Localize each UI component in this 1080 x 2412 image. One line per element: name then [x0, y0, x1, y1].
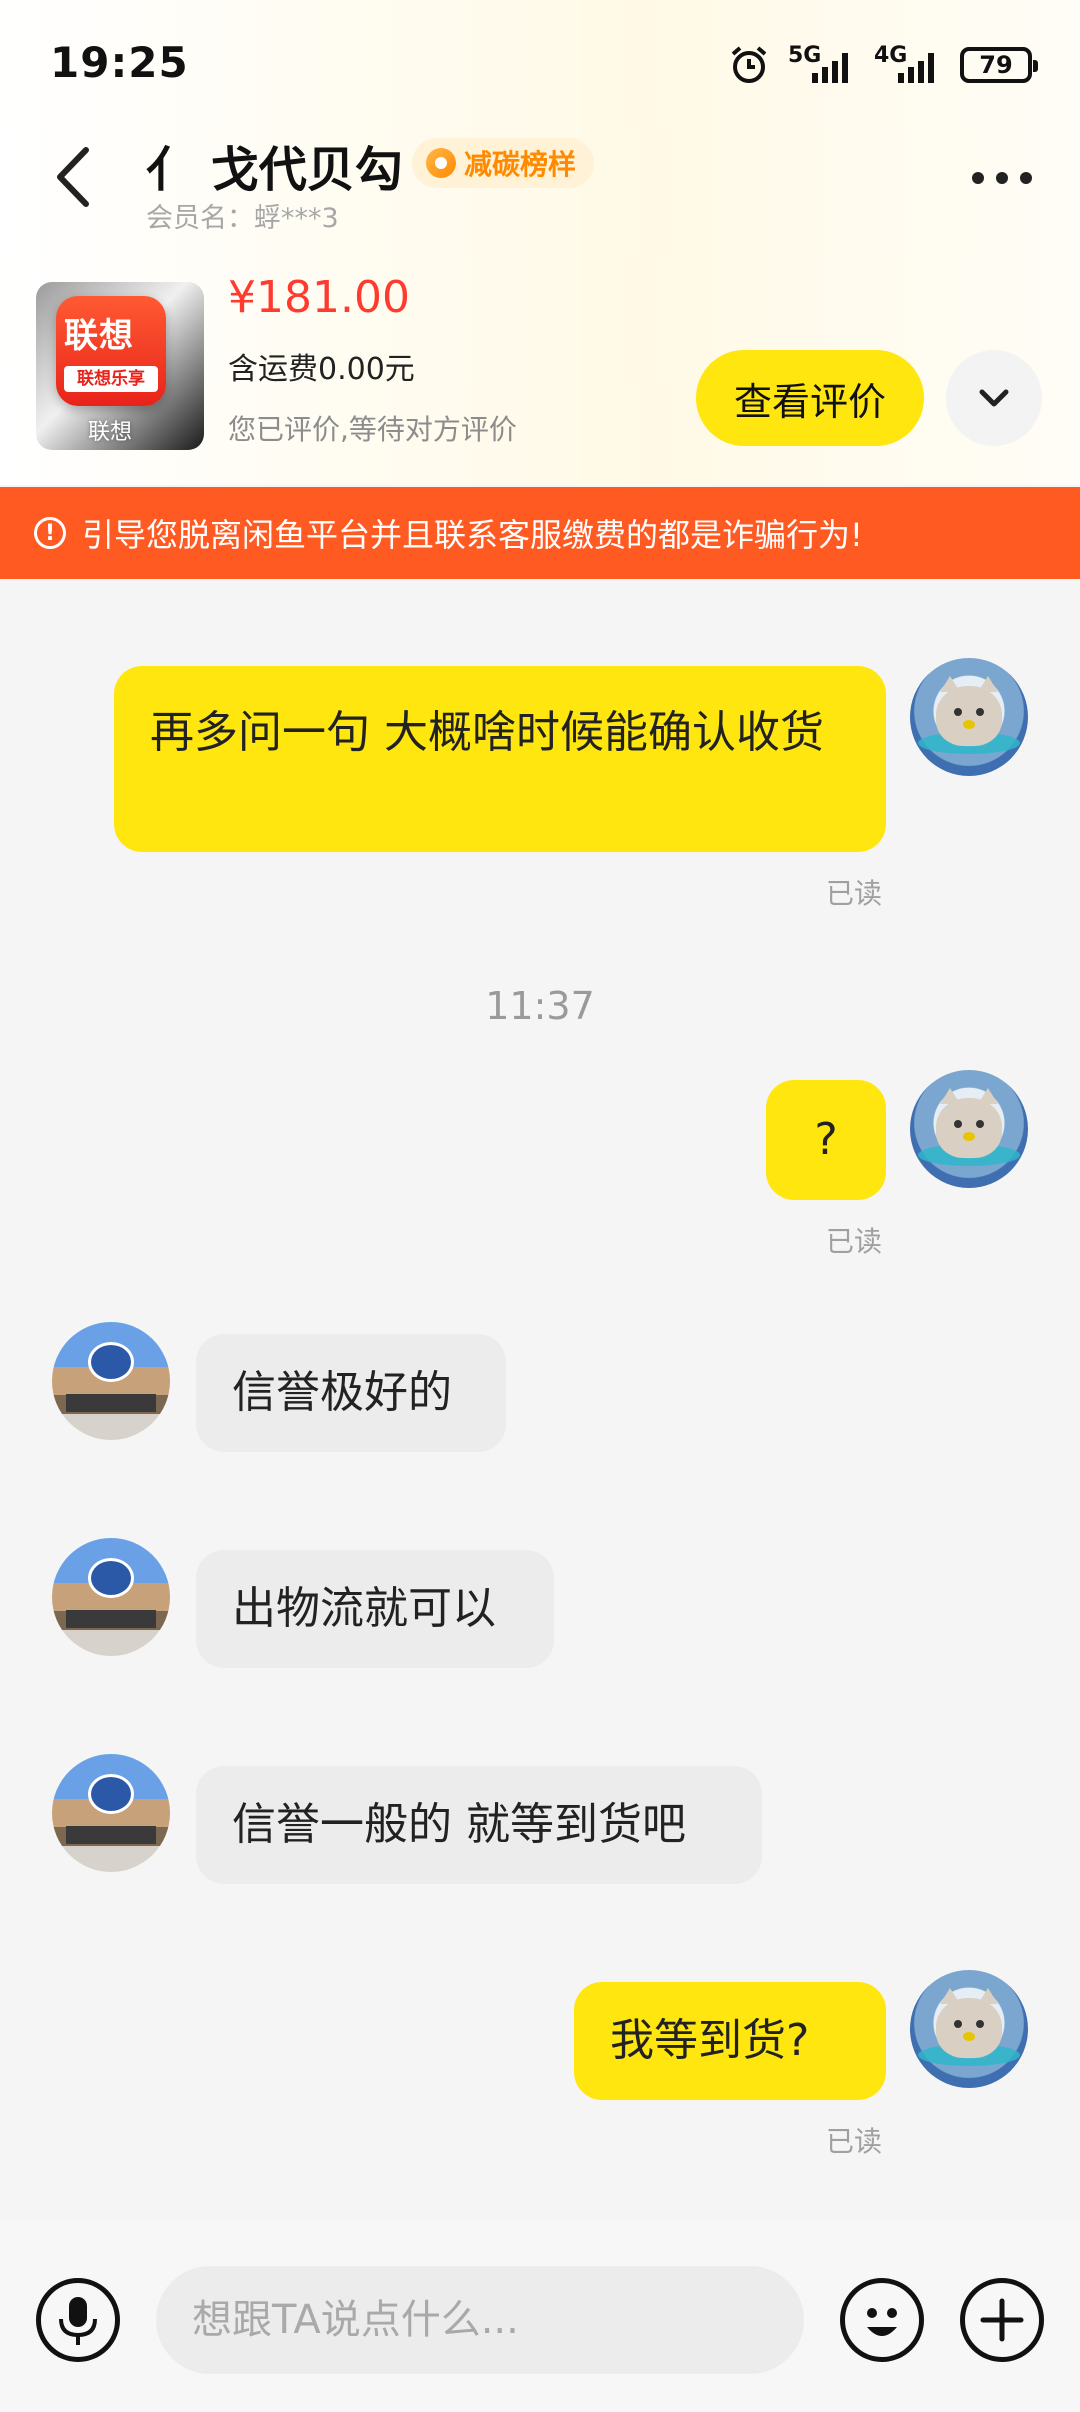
voice-input-button[interactable]	[36, 2278, 120, 2362]
message-input[interactable]: 想跟TA说点什么...	[156, 2266, 804, 2374]
battery-icon: 79	[960, 47, 1038, 83]
expand-button[interactable]	[946, 350, 1042, 446]
more-menu-icon[interactable]	[972, 172, 1032, 184]
signal-4g-icon: 4G	[874, 43, 942, 87]
my-avatar[interactable]	[910, 1070, 1028, 1188]
seller-avatar[interactable]	[52, 1754, 170, 1872]
product-price: ¥181.00	[228, 272, 410, 323]
my-avatar[interactable]	[910, 1970, 1028, 2088]
message-bubble-sent[interactable]: ?	[766, 1080, 886, 1200]
lenovo-logo: 联想 联想乐享	[56, 296, 166, 406]
signal-5g-icon: 5G	[788, 43, 856, 87]
read-receipt: 已读	[826, 2125, 883, 2158]
message-bubble-sent[interactable]: 我等到货?	[574, 1982, 886, 2100]
plus-icon	[980, 2298, 1024, 2342]
read-receipt: 已读	[826, 1225, 883, 1258]
carbon-badge[interactable]: 减碳榜样	[412, 138, 595, 188]
badge-label: 减碳榜样	[464, 148, 577, 181]
alarm-icon	[731, 46, 767, 83]
my-avatar[interactable]	[910, 658, 1028, 776]
message-bubble-received[interactable]: 出物流就可以	[196, 1550, 554, 1668]
microphone-icon	[59, 2297, 97, 2345]
message-bubble-received[interactable]: 信誉极好的	[196, 1334, 506, 1452]
leaf-icon	[426, 148, 456, 178]
message-bubble-received[interactable]: 信誉一般的 就等到货吧	[196, 1766, 762, 1884]
warning-text: 引导您脱离闲鱼平台并且联系客服缴费的都是诈骗行为!	[82, 516, 863, 554]
product-thumbnail[interactable]: 联想 联想乐享 联想	[36, 282, 204, 450]
more-options-button[interactable]	[960, 2278, 1044, 2362]
chevron-down-icon	[979, 389, 1009, 407]
review-status: 您已评价,等待对方评价	[228, 413, 517, 446]
member-name: 会员名：蜉***3	[146, 203, 339, 234]
back-arrow-icon[interactable]	[50, 142, 98, 212]
emoji-button[interactable]	[840, 2278, 924, 2362]
view-review-button[interactable]: 查看评价	[696, 350, 924, 446]
fraud-warning-banner: ! 引导您脱离闲鱼平台并且联系客服缴费的都是诈骗行为!	[0, 487, 1080, 579]
emoji-icon	[867, 2308, 897, 2336]
shipping-info: 含运费0.00元	[228, 352, 415, 387]
status-bar: 19:25 5G 4G 79	[0, 0, 1080, 130]
status-icons: 5G 4G 79	[728, 40, 1038, 90]
status-time: 19:25	[50, 38, 189, 87]
seller-name[interactable]: 亻 戈代贝勾	[146, 130, 403, 200]
message-bubble-sent[interactable]: 再多问一句 大概啥时候能确认收货	[114, 666, 886, 852]
warning-icon: !	[34, 517, 66, 549]
read-receipt: 已读	[826, 877, 883, 910]
chat-timestamp: 11:37	[485, 984, 595, 1028]
seller-avatar[interactable]	[52, 1538, 170, 1656]
seller-avatar[interactable]	[52, 1322, 170, 1440]
